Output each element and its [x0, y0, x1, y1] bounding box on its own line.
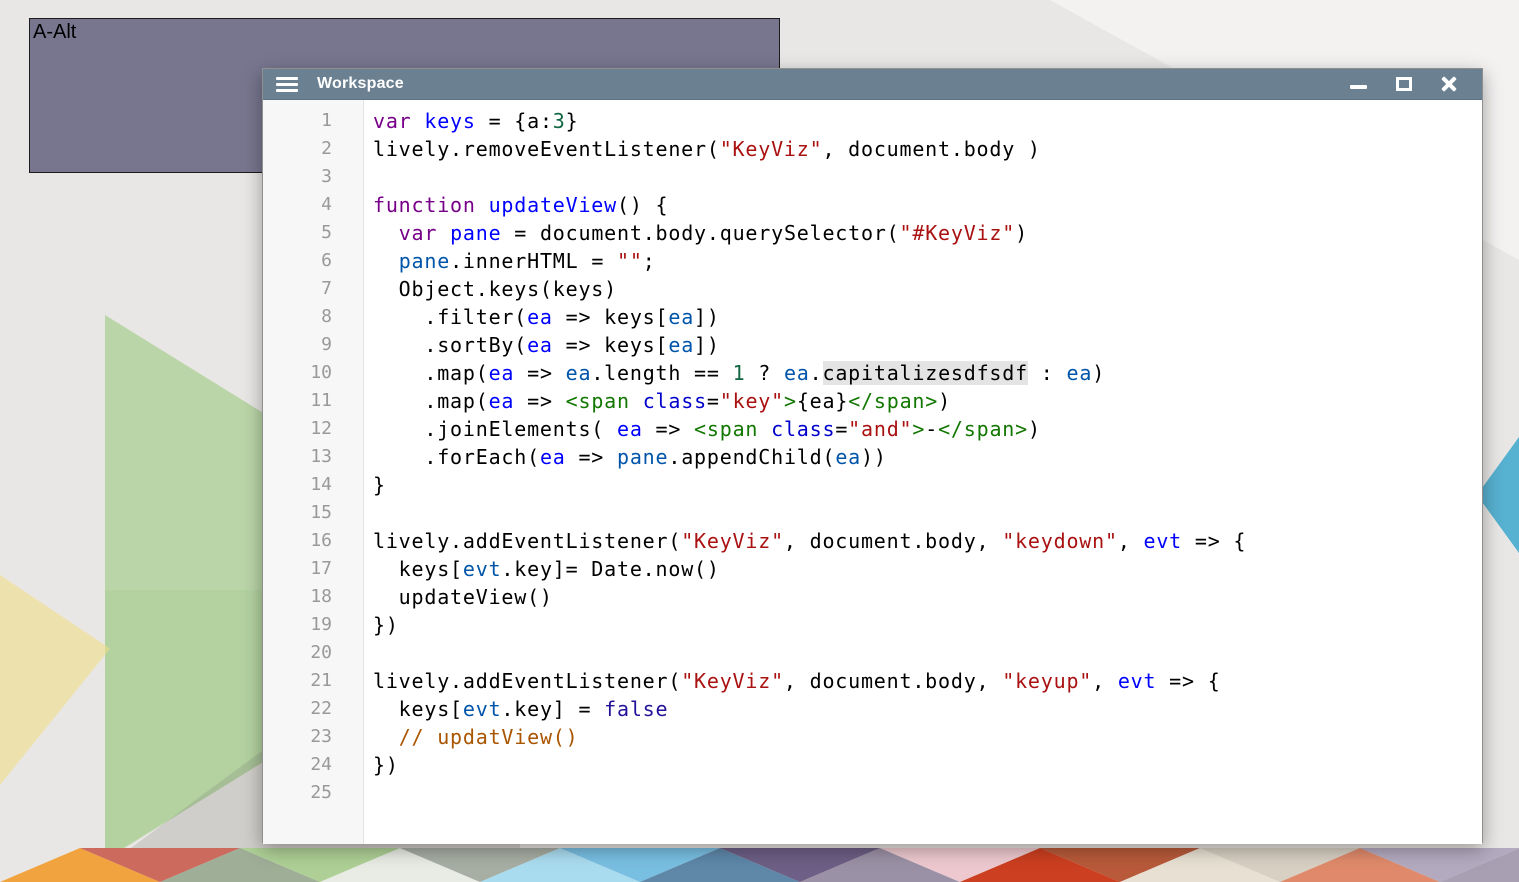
workspace-window: Workspace 1var keys = {a:3}2lively.remov… [262, 68, 1483, 843]
code-line[interactable]: 16lively.addEventListener("KeyViz", docu… [263, 527, 1482, 555]
line-number: 4 [263, 191, 363, 219]
code-line-text: var keys = {a:3} [363, 107, 578, 135]
bottom-strip [0, 848, 1519, 882]
code-line[interactable]: 25 [263, 779, 1482, 807]
code-line[interactable]: 24}) [263, 751, 1482, 779]
code-line-text [363, 163, 373, 191]
line-number: 15 [263, 499, 363, 527]
background-triangle-yellow [0, 575, 110, 785]
code-line-text: // updatView() [363, 723, 578, 751]
code-line-text: pane.innerHTML = ""; [363, 247, 656, 275]
code-line-text [363, 779, 373, 807]
line-number: 12 [263, 415, 363, 443]
code-line-text: lively.addEventListener("KeyViz", docume… [363, 667, 1221, 695]
code-line[interactable]: 11 .map(ea => <span class="key">{ea}</sp… [263, 387, 1482, 415]
line-number: 2 [263, 135, 363, 163]
code-line-text: } [363, 471, 386, 499]
window-controls [1350, 76, 1458, 92]
line-number: 14 [263, 471, 363, 499]
line-number: 8 [263, 303, 363, 331]
code-line-text: var pane = document.body.querySelector("… [363, 219, 1028, 247]
line-number: 19 [263, 611, 363, 639]
code-line-text: lively.removeEventListener("KeyViz", doc… [363, 135, 1041, 163]
highlighted-token: capitalizesdfsdf [823, 361, 1028, 385]
line-number: 23 [263, 723, 363, 751]
code-line[interactable]: 2lively.removeEventListener("KeyViz", do… [263, 135, 1482, 163]
background-triangle-teal [1477, 437, 1519, 553]
code-line[interactable]: 19}) [263, 611, 1482, 639]
code-line[interactable]: 7 Object.keys(keys) [263, 275, 1482, 303]
line-number: 1 [263, 107, 363, 135]
code-line[interactable]: 1var keys = {a:3} [263, 107, 1482, 135]
line-number: 9 [263, 331, 363, 359]
code-line-text: .filter(ea => keys[ea]) [363, 303, 720, 331]
code-line-text: }) [363, 751, 399, 779]
code-line-text: updateView() [363, 583, 553, 611]
line-number: 21 [263, 667, 363, 695]
code-line[interactable]: 18 updateView() [263, 583, 1482, 611]
code-line-text: }) [363, 611, 399, 639]
line-number: 5 [263, 219, 363, 247]
code-line[interactable]: 23 // updatView() [263, 723, 1482, 751]
code-line-text: function updateView() { [363, 191, 668, 219]
maximize-icon [1396, 77, 1412, 91]
code-line[interactable]: 3 [263, 163, 1482, 191]
line-number: 22 [263, 695, 363, 723]
code-line[interactable]: 17 keys[evt.key]= Date.now() [263, 555, 1482, 583]
window-titlebar[interactable]: Workspace [263, 69, 1482, 100]
code-line[interactable]: 15 [263, 499, 1482, 527]
code-lines: 1var keys = {a:3}2lively.removeEventList… [263, 100, 1482, 807]
code-line[interactable]: 20 [263, 639, 1482, 667]
code-line-text: lively.addEventListener("KeyViz", docume… [363, 527, 1246, 555]
code-line[interactable]: 9 .sortBy(ea => keys[ea]) [263, 331, 1482, 359]
code-line-text: .forEach(ea => pane.appendChild(ea)) [363, 443, 887, 471]
code-line-text: keys[evt.key]= Date.now() [363, 555, 720, 583]
code-line[interactable]: 6 pane.innerHTML = ""; [263, 247, 1482, 275]
line-number: 10 [263, 359, 363, 387]
line-number: 3 [263, 163, 363, 191]
code-editor[interactable]: 1var keys = {a:3}2lively.removeEventList… [263, 100, 1482, 844]
code-line[interactable]: 10 .map(ea => ea.length == 1 ? ea.capita… [263, 359, 1482, 387]
code-line[interactable]: 5 var pane = document.body.querySelector… [263, 219, 1482, 247]
line-number: 18 [263, 583, 363, 611]
window-title: Workspace [317, 75, 404, 93]
close-button[interactable] [1440, 76, 1458, 92]
code-line[interactable]: 12 .joinElements( ea => <span class="and… [263, 415, 1482, 443]
code-line-text: .map(ea => <span class="key">{ea}</span>… [363, 387, 951, 415]
code-line[interactable]: 8 .filter(ea => keys[ea]) [263, 303, 1482, 331]
code-line-text [363, 499, 373, 527]
code-line[interactable]: 4function updateView() { [263, 191, 1482, 219]
line-number: 20 [263, 639, 363, 667]
code-line[interactable]: 21lively.addEventListener("KeyViz", docu… [263, 667, 1482, 695]
code-line-text: .map(ea => ea.length == 1 ? ea.capitaliz… [363, 359, 1105, 387]
line-number: 13 [263, 443, 363, 471]
minimize-icon [1350, 85, 1367, 89]
code-line[interactable]: 22 keys[evt.key] = false [263, 695, 1482, 723]
menu-icon[interactable] [276, 77, 298, 92]
line-number: 6 [263, 247, 363, 275]
code-line-text: Object.keys(keys) [363, 275, 617, 303]
line-number: 16 [263, 527, 363, 555]
code-line[interactable]: 13 .forEach(ea => pane.appendChild(ea)) [263, 443, 1482, 471]
line-number: 11 [263, 387, 363, 415]
code-line[interactable]: 14} [263, 471, 1482, 499]
code-line-text: keys[evt.key] = false [363, 695, 668, 723]
desktop: A-Alt Workspace 1var keys = {a:3}2lively… [0, 0, 1519, 882]
line-number: 25 [263, 779, 363, 807]
minimize-button[interactable] [1350, 76, 1368, 92]
code-line-text [363, 639, 373, 667]
code-line-text: .joinElements( ea => <span class="and">-… [363, 415, 1041, 443]
code-line-text: .sortBy(ea => keys[ea]) [363, 331, 720, 359]
maximize-button[interactable] [1395, 76, 1413, 92]
line-number: 7 [263, 275, 363, 303]
line-number: 24 [263, 751, 363, 779]
line-number: 17 [263, 555, 363, 583]
a-alt-label: A-Alt [30, 19, 79, 46]
